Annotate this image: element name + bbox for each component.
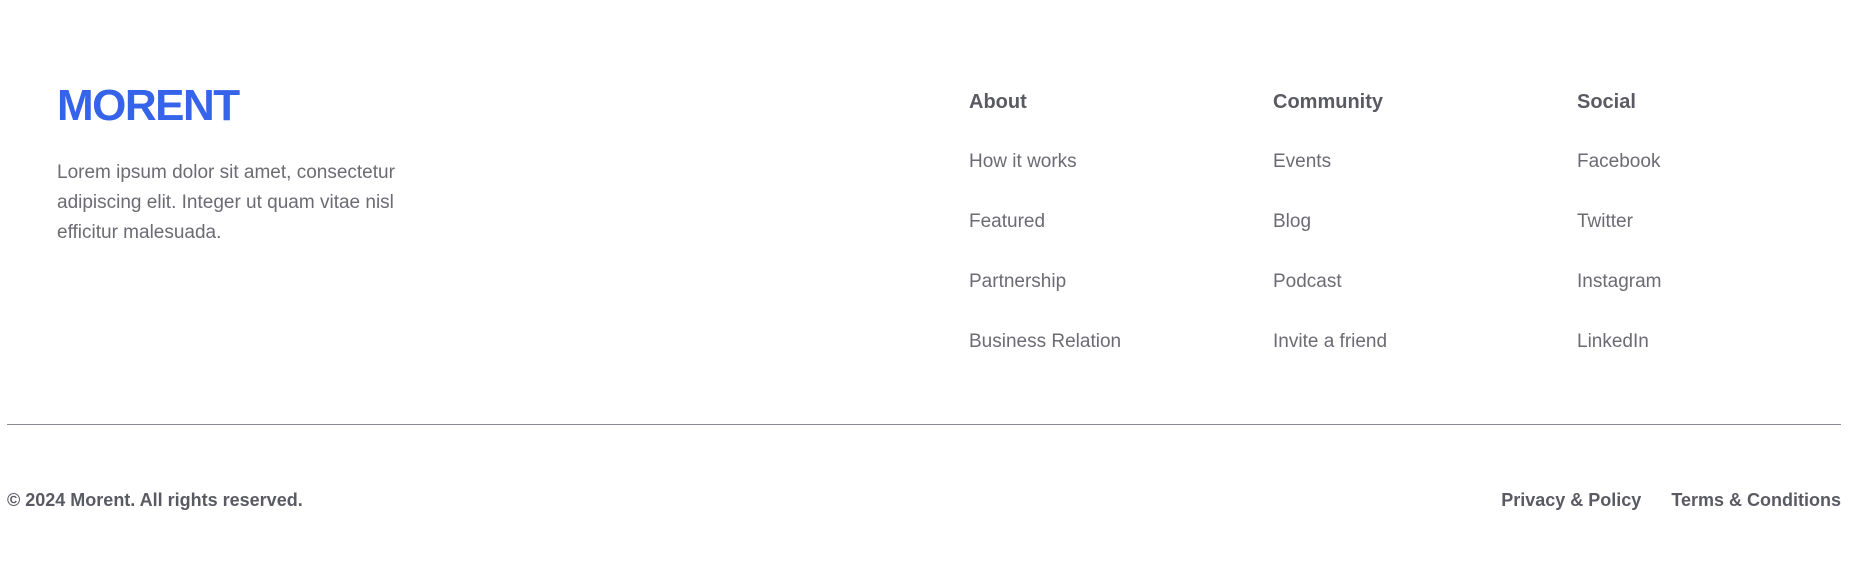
- footer-column-social: Social Facebook Twitter Instagram Linked…: [1577, 88, 1661, 388]
- copyright-text: © 2024 Morent. All rights reserved.: [7, 490, 303, 510]
- footer-column-community: Community Events Blog Podcast Invite a f…: [1273, 88, 1387, 388]
- footer-link-how-it-works[interactable]: How it works: [969, 151, 1077, 172]
- privacy-policy-link[interactable]: Privacy & Policy: [1501, 487, 1641, 513]
- list-item: Instagram: [1577, 268, 1661, 328]
- list-item: How it works: [969, 148, 1121, 208]
- footer-column-title-community: Community: [1273, 91, 1383, 113]
- site-footer: MORENT Lorem ipsum dolor sit amet, conse…: [0, 0, 1857, 561]
- list-item: Business Relation: [969, 328, 1121, 388]
- footer-divider: [7, 424, 1841, 425]
- footer-links-about: How it works Featured Partnership Busine…: [969, 148, 1121, 388]
- footer-tagline: Lorem ipsum dolor sit amet, consectetur …: [57, 162, 395, 243]
- footer-column-title-about: About: [969, 91, 1027, 113]
- list-item: Featured: [969, 208, 1121, 268]
- list-item: Partnership: [969, 268, 1121, 328]
- footer-links-social: Facebook Twitter Instagram LinkedIn: [1577, 148, 1661, 388]
- list-item: Invite a friend: [1273, 328, 1387, 388]
- legal-links: Privacy & Policy Terms & Conditions: [1501, 487, 1841, 513]
- footer-link-featured[interactable]: Featured: [969, 211, 1045, 232]
- terms-conditions-link[interactable]: Terms & Conditions: [1671, 487, 1841, 513]
- footer-link-partnership[interactable]: Partnership: [969, 271, 1066, 292]
- list-item: Twitter: [1577, 208, 1661, 268]
- footer-link-blog[interactable]: Blog: [1273, 211, 1311, 232]
- list-item: Facebook: [1577, 148, 1661, 208]
- list-item: Blog: [1273, 208, 1387, 268]
- footer-link-facebook[interactable]: Facebook: [1577, 151, 1660, 172]
- list-item: Events: [1273, 148, 1387, 208]
- footer-link-linkedin[interactable]: LinkedIn: [1577, 331, 1649, 352]
- footer-link-events[interactable]: Events: [1273, 151, 1331, 172]
- list-item: LinkedIn: [1577, 328, 1661, 388]
- footer-link-invite-a-friend[interactable]: Invite a friend: [1273, 331, 1387, 352]
- morent-logo[interactable]: MORENT: [57, 80, 517, 132]
- footer-column-about: About How it works Featured Partnership …: [969, 88, 1121, 388]
- footer-link-instagram[interactable]: Instagram: [1577, 271, 1661, 292]
- footer-link-twitter[interactable]: Twitter: [1577, 211, 1633, 232]
- footer-column-title-social: Social: [1577, 91, 1636, 113]
- list-item: Podcast: [1273, 268, 1387, 328]
- footer-brand: MORENT Lorem ipsum dolor sit amet, conse…: [57, 80, 517, 248]
- footer-link-business-relation[interactable]: Business Relation: [969, 331, 1121, 352]
- footer-link-podcast[interactable]: Podcast: [1273, 271, 1342, 292]
- footer-links-community: Events Blog Podcast Invite a friend: [1273, 148, 1387, 388]
